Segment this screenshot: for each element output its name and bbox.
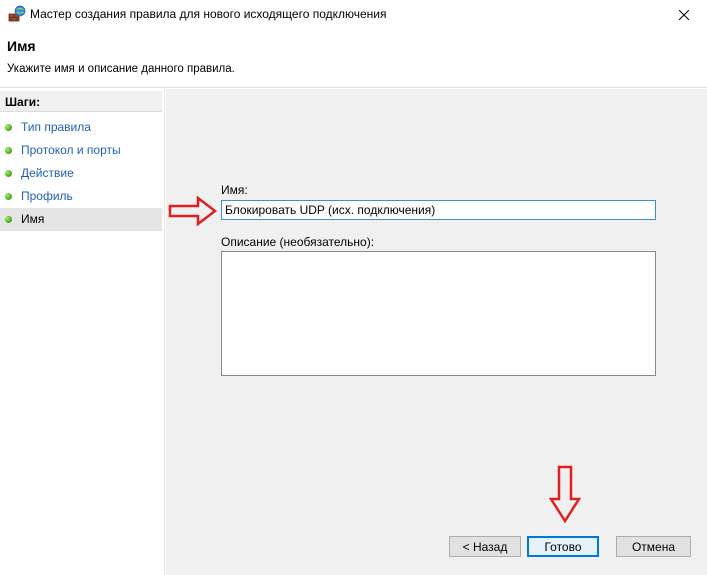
sidebar-item-profile[interactable]: Профиль [0, 185, 162, 208]
name-input[interactable] [221, 200, 656, 220]
sidebar-item-protocol-ports[interactable]: Протокол и порты [0, 139, 162, 162]
firewall-wizard-icon [8, 5, 26, 22]
steps-heading-label: Шаги: [5, 95, 41, 109]
description-label: Описание (необязательно): [221, 235, 375, 249]
sidebar-item-label: Протокол и порты [21, 143, 121, 157]
step-complete-icon [5, 124, 12, 131]
sidebar-item-action[interactable]: Действие [0, 162, 162, 185]
page-description: Укажите имя и описание данного правила. [7, 63, 235, 75]
sidebar-item-label: Имя [21, 212, 45, 226]
steps-sidebar: Шаги: Тип правила Протокол и порты Дейст… [0, 89, 165, 575]
back-button[interactable]: < Назад [449, 536, 521, 557]
cancel-button[interactable]: Отмена [616, 536, 691, 557]
step-complete-icon [5, 147, 12, 154]
description-textarea[interactable] [221, 251, 656, 376]
sidebar-item-label: Тип правила [21, 120, 91, 134]
annotation-arrow-right-icon [168, 195, 218, 227]
annotation-arrow-down-icon [549, 465, 581, 523]
title-bar: Мастер создания правила для нового исход… [0, 0, 707, 30]
finish-button[interactable]: Готово [527, 536, 599, 557]
step-current-icon [5, 216, 12, 223]
steps-heading: Шаги: [0, 91, 162, 112]
step-complete-icon [5, 170, 12, 177]
close-icon [679, 10, 689, 20]
sidebar-item-rule-type[interactable]: Тип правила [0, 116, 162, 139]
name-label: Имя: [221, 183, 248, 197]
window-title: Мастер создания правила для нового исход… [30, 7, 387, 21]
page-title: Имя [7, 38, 36, 54]
close-button[interactable] [661, 0, 707, 30]
sidebar-item-label: Профиль [21, 189, 73, 203]
sidebar-item-name[interactable]: Имя [0, 208, 162, 231]
wizard-header: Имя Укажите имя и описание данного прави… [0, 30, 707, 88]
step-complete-icon [5, 193, 12, 200]
sidebar-item-label: Действие [21, 166, 74, 180]
